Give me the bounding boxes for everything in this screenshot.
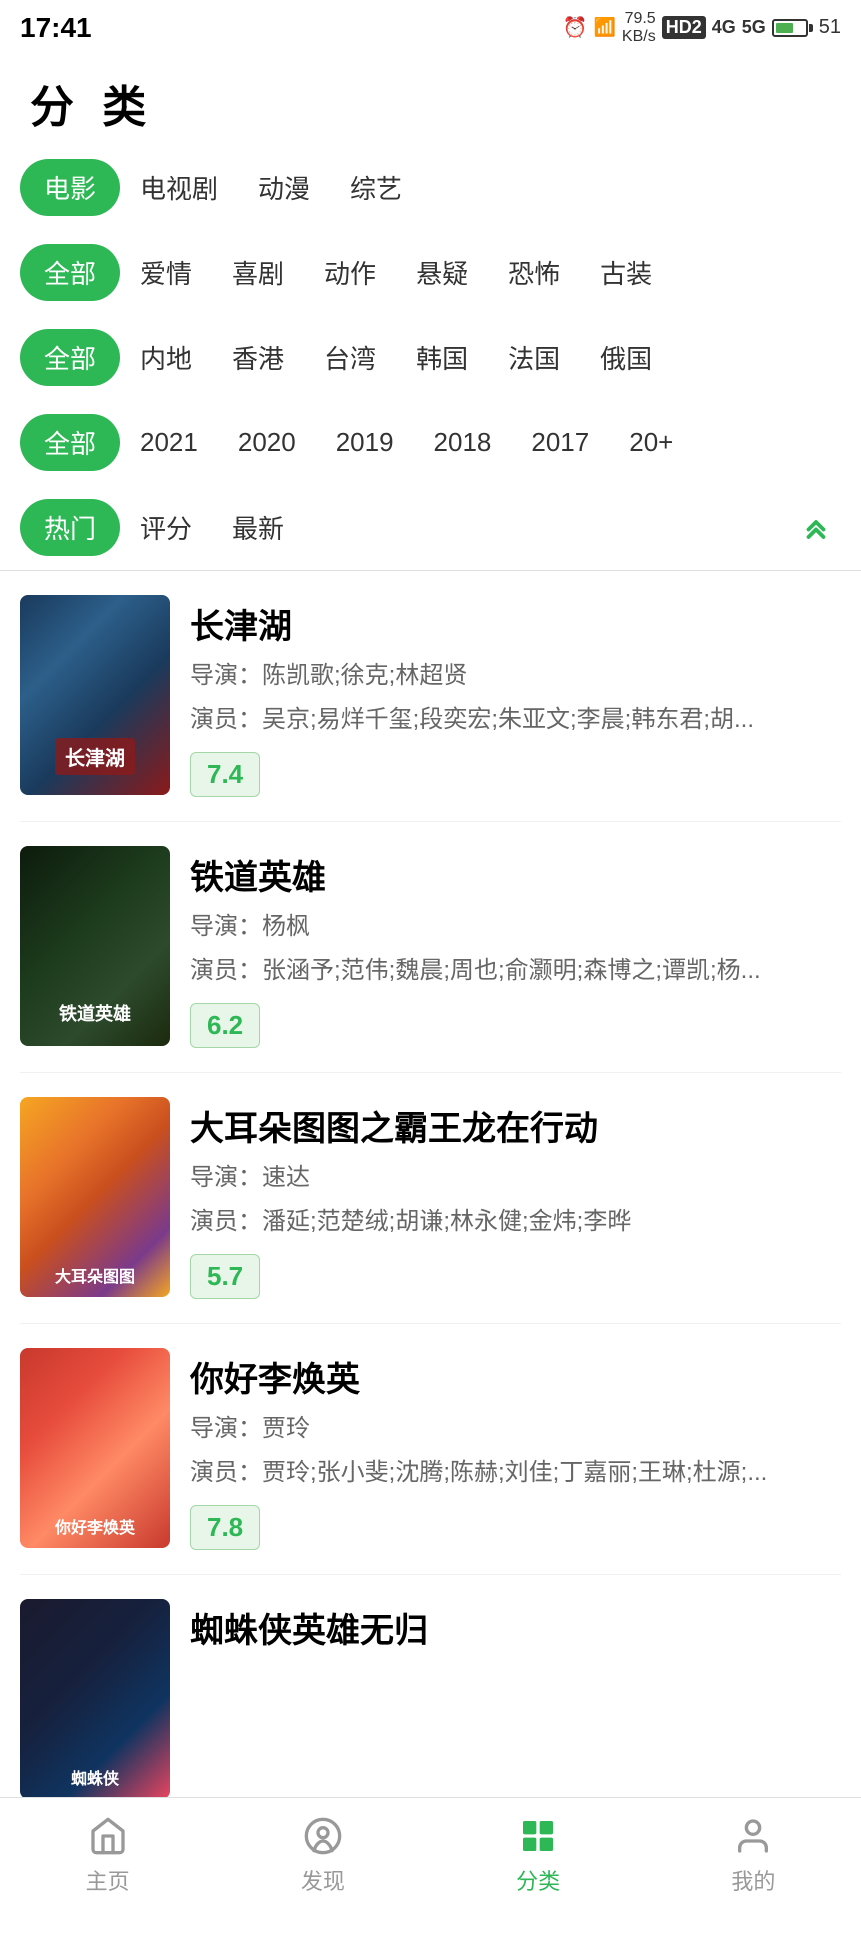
filter-item-2017[interactable]: 2017 <box>511 419 609 466</box>
movie-score-1: 7.4 <box>190 752 260 797</box>
movie-poster-5 <box>20 1599 170 1799</box>
filter-active-sort[interactable]: 热门 <box>20 499 120 556</box>
discover-icon <box>301 1814 345 1858</box>
filter-item-newest[interactable]: 最新 <box>212 501 304 554</box>
filter-item-2020[interactable]: 2020 <box>218 419 316 466</box>
filter-item-2021[interactable]: 2021 <box>120 419 218 466</box>
filter-active-region[interactable]: 全部 <box>20 329 120 386</box>
filter-active-year[interactable]: 全部 <box>20 414 120 471</box>
filter-item-horror[interactable]: 恐怖 <box>488 246 580 299</box>
battery-percent: 51 <box>819 16 841 39</box>
filter-item-comedy[interactable]: 喜剧 <box>212 246 304 299</box>
nav-label-profile: 我的 <box>731 1864 775 1896</box>
filter-item-mainland[interactable]: 内地 <box>120 331 212 384</box>
filter-row-genre: 全部 爱情 喜剧 动作 悬疑 恐怖 古装 <box>20 230 841 315</box>
filter-item-korea[interactable]: 韩国 <box>396 331 488 384</box>
filter-sort-left: 热门 评分 最新 <box>20 499 304 556</box>
filter-item-anime[interactable]: 动漫 <box>238 161 330 214</box>
movie-cast-4: 演员：贾玲;张小斐;沈腾;陈赫;刘佳;丁嘉丽;王琳;杜源;... <box>190 1455 841 1491</box>
filter-row-type: 电影 电视剧 动漫 综艺 <box>20 145 841 230</box>
filter-item-romance[interactable]: 爱情 <box>120 246 212 299</box>
4g-icon: 4G <box>712 17 736 38</box>
nav-label-home: 主页 <box>86 1864 130 1896</box>
page-title: 分 类 <box>0 51 861 145</box>
nav-item-home[interactable]: 主页 <box>58 1814 158 1896</box>
filter-item-2018[interactable]: 2018 <box>414 419 512 466</box>
movie-poster-1 <box>20 595 170 795</box>
movie-cast-3: 演员：潘延;范楚绒;胡谦;林永健;金炜;李晔 <box>190 1204 841 1240</box>
filter-item-variety[interactable]: 综艺 <box>330 161 422 214</box>
movie-list: 长津湖 导演：陈凯歌;徐克;林超贤 演员：吴京;易烊千玺;段奕宏;朱亚文;李晨;… <box>0 571 861 1824</box>
movie-info-5: 蜘蛛侠英雄无归 <box>190 1599 841 1662</box>
movie-poster-3 <box>20 1097 170 1297</box>
filter-items-genre: 爱情 喜剧 动作 悬疑 恐怖 古装 <box>120 246 841 299</box>
collapse-button[interactable] <box>791 503 841 553</box>
movie-cast-1: 演员：吴京;易烊千玺;段奕宏;朱亚文;李晨;韩东君;胡... <box>190 702 841 738</box>
filter-items-region: 内地 香港 台湾 韩国 法国 俄国 <box>120 331 841 384</box>
signal-icon: 📶 <box>593 17 615 38</box>
movie-title-3: 大耳朵图图之霸王龙在行动 <box>190 1101 841 1150</box>
movie-score-2: 6.2 <box>190 1003 260 1048</box>
status-icons: ⏰ 📶 79.5KB/s HD2 4G 5G 51 <box>563 10 841 45</box>
filter-item-score[interactable]: 评分 <box>120 501 212 554</box>
movie-director-2: 导演：杨枫 <box>190 909 841 945</box>
filter-item-france[interactable]: 法国 <box>488 331 580 384</box>
profile-icon <box>731 1814 775 1858</box>
filter-item-2019[interactable]: 2019 <box>316 419 414 466</box>
movie-title-1: 长津湖 <box>190 599 841 648</box>
nav-label-discover: 发现 <box>301 1864 345 1896</box>
filter-active-type[interactable]: 电影 <box>20 159 120 216</box>
filter-item-action[interactable]: 动作 <box>304 246 396 299</box>
nav-item-discover[interactable]: 发现 <box>273 1814 373 1896</box>
movie-director-4: 导演：贾玲 <box>190 1411 841 1447</box>
filter-item-more-years[interactable]: 20+ <box>609 419 693 466</box>
movie-item-4[interactable]: 你好李焕英 导演：贾玲 演员：贾玲;张小斐;沈腾;陈赫;刘佳;丁嘉丽;王琳;杜源… <box>20 1324 841 1575</box>
movie-director-1: 导演：陈凯歌;徐克;林超贤 <box>190 658 841 694</box>
movie-item-1[interactable]: 长津湖 导演：陈凯歌;徐克;林超贤 演员：吴京;易烊千玺;段奕宏;朱亚文;李晨;… <box>20 571 841 822</box>
movie-director-3: 导演：速达 <box>190 1160 841 1196</box>
filter-item-costume[interactable]: 古装 <box>580 246 672 299</box>
status-time: 17:41 <box>20 12 92 44</box>
nav-item-category[interactable]: 分类 <box>488 1814 588 1896</box>
nav-item-profile[interactable]: 我的 <box>703 1814 803 1896</box>
filter-item-taiwan[interactable]: 台湾 <box>304 331 396 384</box>
5g-icon: 5G <box>742 17 766 38</box>
movie-info-1: 长津湖 导演：陈凯歌;徐克;林超贤 演员：吴京;易烊千玺;段奕宏;朱亚文;李晨;… <box>190 595 841 797</box>
filter-active-genre[interactable]: 全部 <box>20 244 120 301</box>
bottom-nav: 主页 发现 分类 我的 <box>0 1797 861 1920</box>
movie-info-2: 铁道英雄 导演：杨枫 演员：张涵予;范伟;魏晨;周也;俞灏明;森博之;谭凯;杨.… <box>190 846 841 1048</box>
filter-item-mystery[interactable]: 悬疑 <box>396 246 488 299</box>
movie-poster-4 <box>20 1348 170 1548</box>
hd2-icon: HD2 <box>662 16 706 39</box>
filter-items-type: 电视剧 动漫 综艺 <box>120 161 841 214</box>
filter-item-russia[interactable]: 俄国 <box>580 331 672 384</box>
movie-poster-2 <box>20 846 170 1046</box>
filter-row-year: 全部 2021 2020 2019 2018 2017 20+ <box>20 400 841 485</box>
category-icon <box>516 1814 560 1858</box>
network-speed: 79.5KB/s <box>622 10 656 45</box>
filter-items-sort: 评分 最新 <box>120 501 304 554</box>
movie-cast-2: 演员：张涵予;范伟;魏晨;周也;俞灏明;森博之;谭凯;杨... <box>190 953 841 989</box>
movie-score-4: 7.8 <box>190 1505 260 1550</box>
filter-items-year: 2021 2020 2019 2018 2017 20+ <box>120 419 841 466</box>
nav-label-category: 分类 <box>516 1864 560 1896</box>
home-icon <box>86 1814 130 1858</box>
movie-title-2: 铁道英雄 <box>190 850 841 899</box>
filter-row-sort: 热门 评分 最新 <box>20 485 841 570</box>
movie-score-3: 5.7 <box>190 1254 260 1299</box>
filter-row-region: 全部 内地 香港 台湾 韩国 法国 俄国 <box>20 315 841 400</box>
movie-title-4: 你好李焕英 <box>190 1352 841 1401</box>
filter-item-hongkong[interactable]: 香港 <box>212 331 304 384</box>
filter-item-tvshow[interactable]: 电视剧 <box>120 161 238 214</box>
alarm-icon: ⏰ <box>563 15 588 40</box>
movie-title-5: 蜘蛛侠英雄无归 <box>190 1603 841 1652</box>
movie-item-3[interactable]: 大耳朵图图之霸王龙在行动 导演：速达 演员：潘延;范楚绒;胡谦;林永健;金炜;李… <box>20 1073 841 1324</box>
movie-item-2[interactable]: 铁道英雄 导演：杨枫 演员：张涵予;范伟;魏晨;周也;俞灏明;森博之;谭凯;杨.… <box>20 822 841 1073</box>
battery-icon <box>772 19 813 37</box>
movie-item-5[interactable]: 蜘蛛侠英雄无归 <box>20 1575 841 1824</box>
movie-info-3: 大耳朵图图之霸王龙在行动 导演：速达 演员：潘延;范楚绒;胡谦;林永健;金炜;李… <box>190 1097 841 1299</box>
filter-section: 电影 电视剧 动漫 综艺 全部 爱情 喜剧 动作 悬疑 恐怖 古装 全部 内地 … <box>0 145 861 570</box>
movie-info-4: 你好李焕英 导演：贾玲 演员：贾玲;张小斐;沈腾;陈赫;刘佳;丁嘉丽;王琳;杜源… <box>190 1348 841 1550</box>
status-bar: 17:41 ⏰ 📶 79.5KB/s HD2 4G 5G 51 <box>0 0 861 51</box>
